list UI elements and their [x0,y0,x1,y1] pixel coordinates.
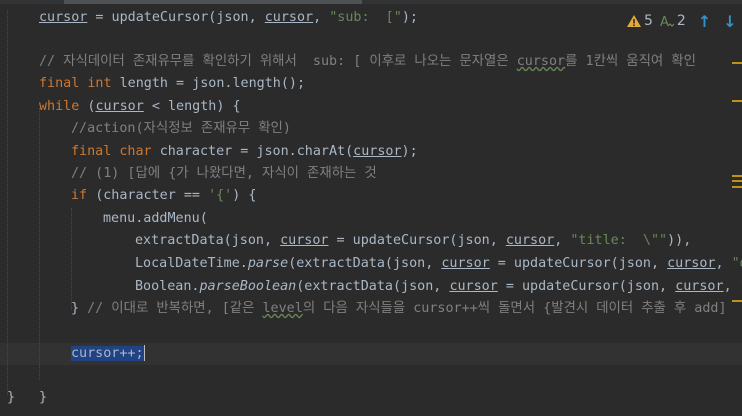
code-line[interactable]: final int length = json.length(); [39,73,305,95]
code-token: )), [667,233,692,248]
code-token: length = json.length(); [119,76,306,91]
code-token: cursor [264,10,314,25]
error-stripe-marker[interactable] [732,62,742,64]
code-token: parseBoolean [199,279,297,294]
error-stripe-marker[interactable] [732,300,742,302]
arrow-down-icon[interactable]: ↓ [723,12,736,31]
code-line[interactable]: // 자식데이터 존재유무를 확인하기 위해서 sub: [ 이후로 나오는 문… [39,51,696,73]
code-token: "sub: [" [329,10,402,25]
error-stripe-marker[interactable] [732,100,742,102]
code-token: char [119,144,160,159]
code-line[interactable]: final char character = json.charAt(curso… [71,141,418,163]
code-token: } [71,301,88,316]
weak-warnings-count: 2 [676,13,686,29]
code-token: , [554,233,571,248]
code-line[interactable]: cursor++; [71,343,145,365]
code-token: cursor [353,144,402,159]
code-token: , [715,256,732,271]
code-token: cursor [505,233,555,248]
code-token: // 자식데이터 존재유무를 확인하기 위해서 sub: [ 이후로 나오는 문… [39,54,517,69]
code-line[interactable]: while (cursor < length) { [39,96,241,118]
code-line[interactable]: Boolean.parseBoolean(extractData(json, c… [135,276,742,298]
code-token: "d [731,256,742,271]
code-token: if [71,188,96,203]
code-line[interactable]: if (character == '{') { [71,185,256,207]
indent-guide [71,208,72,310]
code-token: (extractData(json, [296,279,450,294]
code-token: = updateCursor(json, [489,256,668,271]
code-token: "title: \"" [570,233,668,248]
code-token: extractData(json, [135,233,281,248]
horizontal-scrollbar[interactable] [0,0,742,4]
code-token: < length) { [143,99,241,114]
code-token: menu.addMenu( [103,211,208,226]
error-stripe-marker[interactable] [732,180,742,182]
code-token: } [39,390,48,405]
code-token: // (1) [답에 {가 나왔다면, 자식이 존재하는 것 [71,166,377,181]
code-token: // 이대로 반복하면, [같은 [87,301,263,316]
error-stripe-marker[interactable] [732,175,742,177]
weak-warnings-counter[interactable]: A 2 [659,13,686,29]
code-token: cursor [280,233,329,248]
code-token: parse [247,256,289,271]
code-token: final [39,76,88,91]
code-line[interactable]: } [39,387,47,409]
indent-guide [7,10,8,395]
arrow-up-icon[interactable]: ↑ [698,12,711,31]
code-token: while [39,99,88,114]
code-token: cursor [39,10,88,25]
code-token: (extractData(json, [288,256,442,271]
code-token: } [7,390,16,405]
code-line[interactable]: } [7,387,15,409]
code-token: character = json.charAt( [159,144,354,159]
code-token: Boolean. [135,279,200,294]
code-token: = updateCursor(json, [328,233,506,248]
code-token: 를 1칸씩 움직여 확인 [565,54,696,69]
code-token: cursor [71,346,120,361]
code-token: ); [401,10,418,25]
weak-warning-icon: A [660,15,675,28]
code-token: cursor [516,54,566,69]
code-token: cursor [95,99,144,114]
code-token: int [87,76,120,91]
code-token: cursor [449,279,498,294]
code-line[interactable]: } // 이대로 반복하면, [같은 level의 다음 자식들을 cursor… [71,298,727,320]
code-token: 의 다음 자식들을 cursor++씩 돌면서 {발견시 데이터 추출 후 ad… [302,301,727,316]
code-token: cursor [441,256,490,271]
code-token: ++; [119,346,144,361]
code-token: , [723,279,740,294]
code-token: , [313,10,330,25]
code-line[interactable]: LocalDateTime.parse(extractData(json, cu… [135,253,742,275]
code-line[interactable]: menu.addMenu( [103,208,208,230]
code-token: ) { [232,188,257,203]
code-token: //action(자식정보 존재유무 확인) [71,121,291,136]
svg-text:A: A [660,15,669,28]
scrollbar-thumb[interactable] [64,0,362,4]
error-stripe-marker[interactable] [732,186,742,188]
code-token: level [262,301,303,316]
warnings-count: 5 [644,13,653,29]
code-token: ); [401,144,418,159]
code-line[interactable]: cursor = updateCursor(json, cursor, "sub… [39,7,418,29]
code-token: final [71,144,120,159]
warnings-counter[interactable]: 5 [626,13,653,29]
code-token: (character == [95,188,209,203]
code-token: '{' [208,188,233,203]
code-line[interactable]: // (1) [답에 {가 나왔다면, 자식이 존재하는 것 [71,163,377,185]
code-token: LocalDateTime. [135,256,248,271]
code-token: = updateCursor(json, [497,279,676,294]
text-caret [143,345,145,361]
warning-triangle-icon [627,15,641,27]
code-token: = updateCursor(json, [87,10,265,25]
code-line[interactable]: extractData(json, cursor = updateCursor(… [135,230,691,252]
inspection-widget: 5 A 2 ↑ ↓ [626,10,737,32]
code-line[interactable]: //action(자식정보 존재유무 확인) [71,118,291,140]
code-token: cursor [675,279,724,294]
code-token: cursor [667,256,716,271]
indent-guide [39,108,40,380]
